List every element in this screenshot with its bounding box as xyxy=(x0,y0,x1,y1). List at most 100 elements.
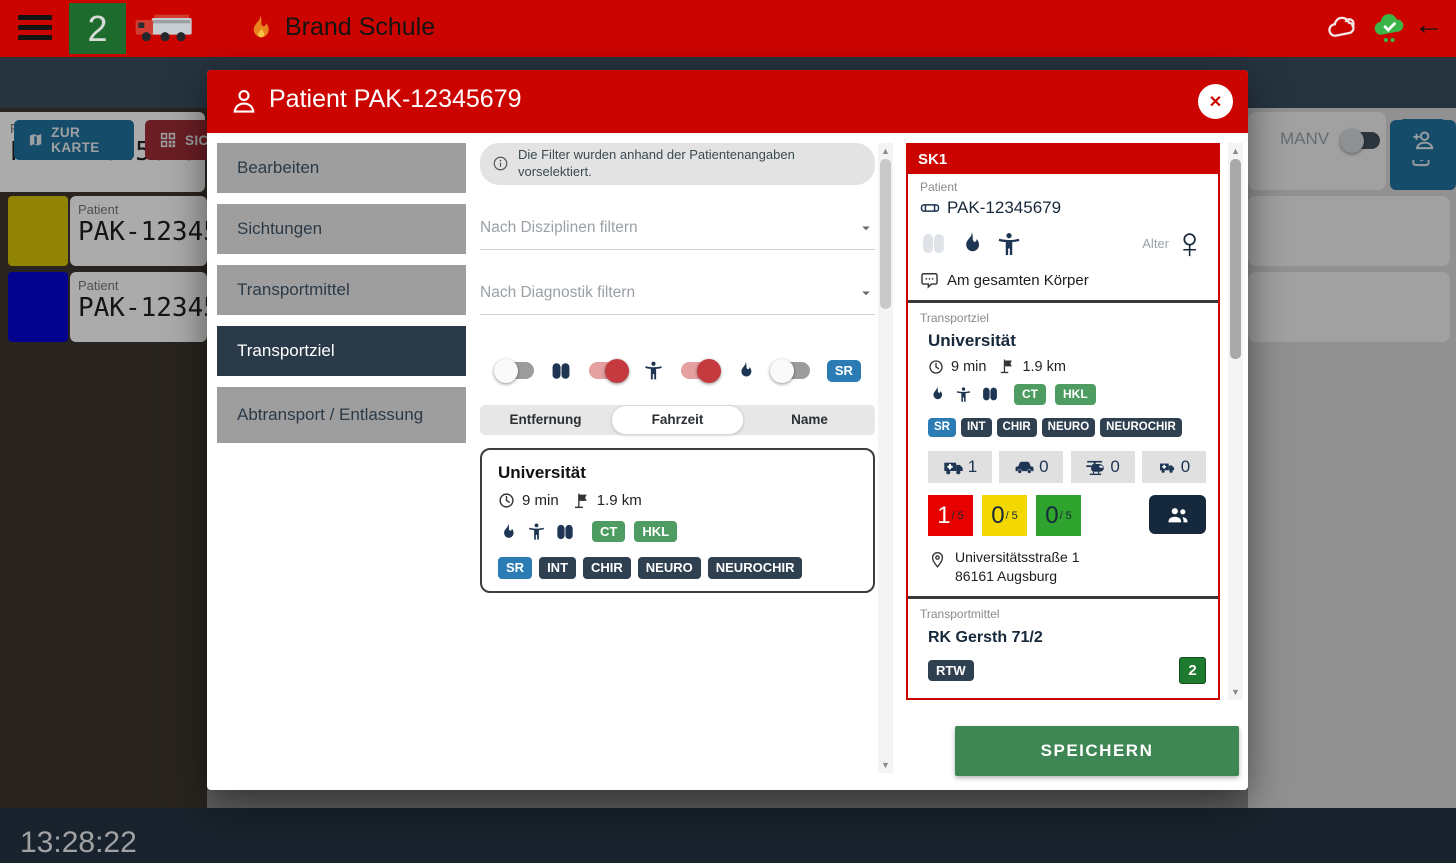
sort-tab-name[interactable]: Name xyxy=(744,405,875,435)
toggle-knob xyxy=(494,359,518,383)
transport-unit-name: RK Gersth 71/2 xyxy=(928,629,1206,647)
summary-patient-id: PAK-12345679 xyxy=(947,198,1061,218)
department-badge-int: INT xyxy=(961,418,992,438)
transportmittel-section-label: Transportmittel xyxy=(920,607,1206,621)
divider xyxy=(908,300,1218,303)
count-value: 0 xyxy=(1110,457,1119,477)
discipline-filter-placeholder: Nach Disziplinen filtern xyxy=(480,219,638,237)
flame-icon xyxy=(958,230,985,257)
cloud-sync-icon xyxy=(1322,13,1362,43)
equipment-badge-hkl: HKL xyxy=(634,521,677,543)
department-badge-neurochir: NEUROCHIR xyxy=(1100,418,1182,438)
filter-info-note: Die Filter wurden anhand der Patientenan… xyxy=(480,143,875,185)
scroll-down-icon[interactable]: ▼ xyxy=(1228,686,1243,698)
burn-filter-toggle[interactable] xyxy=(681,362,719,379)
scrollbar-thumb[interactable] xyxy=(1230,159,1241,359)
scroll-up-icon[interactable]: ▲ xyxy=(1228,145,1243,157)
sort-tab-fahrzeit[interactable]: Fahrzeit xyxy=(611,405,744,435)
discipline-filter-select[interactable]: Nach Disziplinen filtern xyxy=(480,208,875,250)
patient-summary-panel: SK1 Patient PAK-12345679 Alter ♀ xyxy=(906,143,1220,700)
capacity-max: / 5 xyxy=(1060,510,1072,522)
hospital-name: Universität xyxy=(498,463,857,483)
transport-van-icon xyxy=(1158,458,1177,477)
helicopter-icon xyxy=(1085,457,1106,478)
flame-icon xyxy=(498,522,518,542)
capacity-value: 1 xyxy=(937,502,950,530)
department-badge-chir: CHIR xyxy=(997,418,1037,438)
patient-count-badge[interactable]: 2 xyxy=(69,3,126,54)
divider xyxy=(908,596,1218,599)
brain-filter-toggle[interactable] xyxy=(496,362,534,379)
transportziel-panel: Die Filter wurden anhand der Patientenan… xyxy=(480,143,875,593)
scroll-down-icon[interactable]: ▼ xyxy=(878,759,893,771)
hospital-helicopter-count: 0 xyxy=(1071,451,1135,483)
count-value: 1 xyxy=(968,457,977,477)
fire-truck-icon xyxy=(133,12,197,44)
speichern-button[interactable]: SPEICHERN xyxy=(955,726,1239,776)
shock-room-filter-toggle[interactable] xyxy=(772,362,810,379)
capacity-value: 0 xyxy=(1045,502,1058,530)
dialog-tab-list: Bearbeiten Sichtungen Transportmittel Tr… xyxy=(217,143,466,454)
toggle-knob xyxy=(605,359,629,383)
ambulance-icon xyxy=(943,457,964,478)
hospital-van-count: 0 xyxy=(1142,451,1206,483)
flame-icon xyxy=(735,360,756,381)
chevron-down-icon xyxy=(857,219,875,237)
diagnostic-filter-select[interactable]: Nach Diagnostik filtern xyxy=(480,273,875,315)
tab-transportmittel[interactable]: Transportmittel xyxy=(217,265,466,315)
hamburger-menu-icon[interactable] xyxy=(18,15,52,41)
child-icon xyxy=(955,386,972,403)
back-arrow[interactable]: ← xyxy=(1414,8,1444,42)
tab-transportziel[interactable]: Transportziel xyxy=(217,326,466,376)
capacity-yellow: 0 / 5 xyxy=(982,495,1027,536)
distance: 1.9 km xyxy=(1022,359,1066,375)
summary-scrollbar[interactable]: ▲ ▼ xyxy=(1228,143,1243,700)
chevron-down-icon xyxy=(857,284,875,302)
sr-badge: SR xyxy=(827,360,861,382)
toggle-knob xyxy=(697,359,721,383)
female-gender-icon: ♀ xyxy=(1173,226,1206,261)
department-badge-int: INT xyxy=(539,557,576,579)
equipment-badge-ct: CT xyxy=(1014,384,1046,404)
clock-icon xyxy=(928,359,944,375)
capability-filter-row: SR xyxy=(480,357,875,385)
close-icon: ✕ xyxy=(1209,92,1222,112)
hospital-ambulance-count: 1 xyxy=(928,451,992,483)
child-filter-toggle[interactable] xyxy=(589,362,627,379)
equipment-badge-hkl: HKL xyxy=(1055,384,1096,404)
cloud-check-icon xyxy=(1372,10,1408,46)
clock-icon xyxy=(498,492,515,509)
brain-icon xyxy=(550,360,572,382)
flag-distance-icon xyxy=(572,492,590,510)
close-button[interactable]: ✕ xyxy=(1198,84,1233,119)
hospital-list-scrollbar[interactable]: ▲ ▼ xyxy=(878,143,893,773)
tab-sichtungen[interactable]: Sichtungen xyxy=(217,204,466,254)
assigned-patients-button[interactable] xyxy=(1149,495,1206,534)
hospital-address-city: 86161 Augsburg xyxy=(955,567,1079,586)
distance: 1.9 km xyxy=(597,492,642,509)
count-value: 0 xyxy=(1181,457,1190,477)
child-icon xyxy=(643,360,664,381)
info-icon xyxy=(492,155,509,172)
fire-flame-icon xyxy=(245,13,275,43)
app-screen: 2 Brand Schule ← ZUR KARTE SICH MANV Pat… xyxy=(0,0,1456,863)
unit-capacity-badge: 2 xyxy=(1179,657,1206,684)
department-badge-sr: SR xyxy=(928,418,956,438)
drive-time: 9 min xyxy=(522,492,559,509)
department-badge-neurochir: NEUROCHIR xyxy=(708,557,803,579)
brain-icon xyxy=(981,385,999,403)
sort-tab-entfernung[interactable]: Entfernung xyxy=(480,405,611,435)
count-value: 0 xyxy=(1039,457,1048,477)
department-badge-sr: SR xyxy=(498,557,532,579)
diagnostic-filter-placeholder: Nach Diagnostik filtern xyxy=(480,284,635,302)
tab-bearbeiten[interactable]: Bearbeiten xyxy=(217,143,466,193)
dialog-header: Patient PAK-12345679 ✕ xyxy=(207,70,1248,133)
hospital-car-count: 0 xyxy=(999,451,1063,483)
scrollbar-thumb[interactable] xyxy=(880,159,891,309)
tab-abtransport-entlassung[interactable]: Abtransport / Entlassung xyxy=(217,387,466,443)
scroll-up-icon[interactable]: ▲ xyxy=(878,145,893,157)
transportziel-section-label: Transportziel xyxy=(920,311,1206,325)
hospital-card-universitaet[interactable]: Universität 9 min 1.9 km CT HKL SR INT xyxy=(480,448,875,593)
speech-bubble-icon xyxy=(920,271,939,290)
triage-category-header: SK1 xyxy=(908,145,1218,174)
